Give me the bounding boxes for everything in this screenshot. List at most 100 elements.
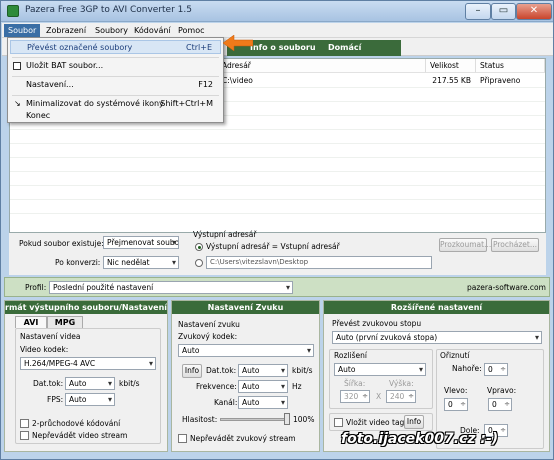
menu-item-label: Převést označené soubory [27, 43, 133, 52]
channels-select[interactable]: Auto [238, 396, 288, 409]
view-folder-button[interactable]: Procházet... [491, 238, 539, 252]
watermark-text: foto.ijacek007.cz :-) [341, 431, 499, 447]
two-pass-checkbox[interactable] [20, 419, 29, 428]
video-bitrate-select[interactable]: Auto [65, 377, 115, 390]
grid-line [10, 213, 545, 214]
radio-same-dir[interactable] [195, 243, 203, 251]
browse-button[interactable]: Prozkoumat... [439, 238, 491, 252]
tab-avi[interactable]: AVI [15, 316, 47, 328]
grid-line [10, 171, 545, 172]
channels-label: Kanál: [214, 398, 238, 407]
column-header-status[interactable]: Status [476, 59, 545, 73]
title-bar[interactable]: Pazera Free 3GP to AVI Converter 1.5 – ▭… [1, 1, 553, 22]
volume-slider-track[interactable] [220, 418, 290, 421]
frequency-label: Frekvence: [196, 382, 237, 391]
menu-item-save-bat[interactable]: Uložit BAT soubor... [10, 59, 221, 73]
menu-soubory[interactable]: Soubory [91, 24, 132, 37]
output-dir-label: Výstupní adresář [193, 230, 257, 239]
tab-mpg[interactable]: MPG [47, 316, 83, 328]
annotation-arrow-icon [223, 35, 253, 51]
profile-select[interactable]: Poslední použité nastavení [49, 281, 293, 294]
output-dir-input[interactable]: C:\Users\vitezslavn\Desktop [206, 256, 432, 269]
menu-separator [12, 57, 219, 58]
menu-item-label: Uložit BAT soubor... [26, 61, 104, 70]
exists-select[interactable]: Přejmenovat soubo [103, 236, 179, 249]
crop-top-input[interactable]: 0 [484, 363, 508, 376]
fps-label: FPS: [47, 395, 64, 404]
two-pass-label: 2-průchodové kódování [32, 419, 121, 428]
audio-track-select[interactable]: Auto (první zvuková stopa) [332, 331, 542, 344]
audio-codec-select[interactable]: Auto [178, 344, 314, 357]
advanced-panel-header: Rozšířené nastavení [324, 301, 549, 314]
crop-right-input[interactable]: 0 [488, 398, 512, 411]
video-panel: rmát výstupního souboru/Nastavení vid AV… [4, 300, 168, 452]
file-info-button[interactable]: Info o souboru [245, 40, 321, 56]
audio-settings-label: Nastavení zvuku [178, 320, 240, 329]
column-header-size[interactable]: Velikost [426, 59, 476, 73]
fps-select[interactable]: Auto [65, 393, 115, 406]
audio-panel-header: Nastavení Zvuku [172, 301, 319, 314]
menu-zobrazeni[interactable]: Zobrazení [42, 24, 90, 37]
volume-slider-thumb[interactable] [284, 413, 290, 425]
options-panel: Pokud soubor existuje: Přejmenovat soubo… [9, 230, 546, 275]
menu-item-convert-selected[interactable]: Převést označené soubory Ctrl+E [10, 40, 221, 54]
grid-line [10, 157, 545, 158]
resolution-select[interactable]: Auto [334, 363, 426, 376]
menu-item-label: Minimalizovat do systémové ikony [26, 99, 164, 108]
toolbar-tabs: Info o souboru Domácí stránka [227, 40, 401, 68]
radio-custom-dir[interactable] [195, 259, 203, 267]
video-panel-header: rmát výstupního souboru/Nastavení vid [5, 301, 167, 314]
file-menu-dropdown: Převést označené soubory Ctrl+E Uložit B… [7, 37, 224, 123]
no-video-label: Nepřevádět video stream [32, 431, 128, 440]
no-video-checkbox[interactable] [20, 431, 29, 440]
menu-soubor[interactable]: Soubor [4, 24, 41, 37]
exists-label: Pokud soubor existuje: [19, 239, 104, 248]
menu-item-shortcut: Ctrl+E [186, 43, 212, 52]
menu-bar: Soubor Zobrazení Soubory Kódování Pomoc [2, 23, 553, 38]
menu-item-settings[interactable]: Nastavení... F12 [10, 78, 221, 92]
crop-left-input[interactable]: 0 [444, 398, 468, 411]
crop-left-label: Vlevo: [444, 386, 468, 395]
crop-label: Ořiznutí [440, 351, 470, 360]
video-tag-info-button[interactable]: Info [404, 415, 424, 429]
video-tag-label: Vložit video tag [346, 418, 405, 427]
audio-bitrate-unit: kbit/s [292, 366, 313, 375]
row-status[interactable]: Připraveno [476, 74, 520, 87]
website-link[interactable]: pazera-software.com [467, 283, 546, 292]
height-label: Výška: [389, 379, 414, 388]
audio-track-label: Převést zvukovou stopu [332, 319, 422, 328]
after-conversion-select[interactable]: Nic nedělat [103, 256, 179, 269]
no-audio-checkbox[interactable] [178, 434, 187, 443]
audio-bitrate-label: Dat.tok: [206, 366, 237, 375]
profile-bar: Profil: Poslední použité nastavení pazer… [4, 277, 550, 297]
audio-info-button[interactable]: Info [182, 364, 202, 378]
video-settings-label: Nastavení videa [20, 332, 81, 341]
after-conversion-label: Po konverzi: [55, 258, 101, 267]
save-bat-icon [13, 62, 21, 70]
video-bitrate-unit: kbit/s [119, 379, 140, 388]
grid-line [10, 185, 545, 186]
video-codec-select[interactable]: H.264/MPEG-4 AVC [20, 357, 156, 370]
width-input[interactable]: 320 [340, 390, 370, 403]
minimize-button[interactable]: – [465, 3, 491, 20]
close-button[interactable]: ✕ [516, 3, 552, 20]
frequency-select[interactable]: Auto [238, 380, 288, 393]
audio-panel: Nastavení Zvuku Nastavení zvuku Zvukový … [171, 300, 320, 452]
homepage-button[interactable]: Domácí stránka [323, 40, 401, 68]
video-tag-checkbox[interactable] [334, 418, 343, 427]
menu-item-exit[interactable]: Konec [10, 109, 221, 123]
volume-label: Hlasitost: [182, 415, 218, 424]
maximize-button[interactable]: ▭ [491, 3, 516, 20]
app-icon [7, 5, 19, 17]
menu-pomoc[interactable]: Pomoc [174, 24, 209, 37]
audio-bitrate-select[interactable]: Auto [238, 364, 288, 377]
menu-item-label: Nastavení... [26, 80, 74, 89]
menu-kodovani[interactable]: Kódování [130, 24, 175, 37]
column-header-directory[interactable]: Adresář [218, 59, 426, 73]
height-input[interactable]: 240 [386, 390, 416, 403]
video-bitrate-label: Dat.tok: [33, 379, 64, 388]
video-codec-label: Video kodek: [20, 345, 69, 354]
row-size[interactable]: 217.55 KB [421, 74, 471, 87]
resolution-label: Rozlišení [334, 351, 367, 360]
width-label: Šířka: [344, 379, 366, 388]
